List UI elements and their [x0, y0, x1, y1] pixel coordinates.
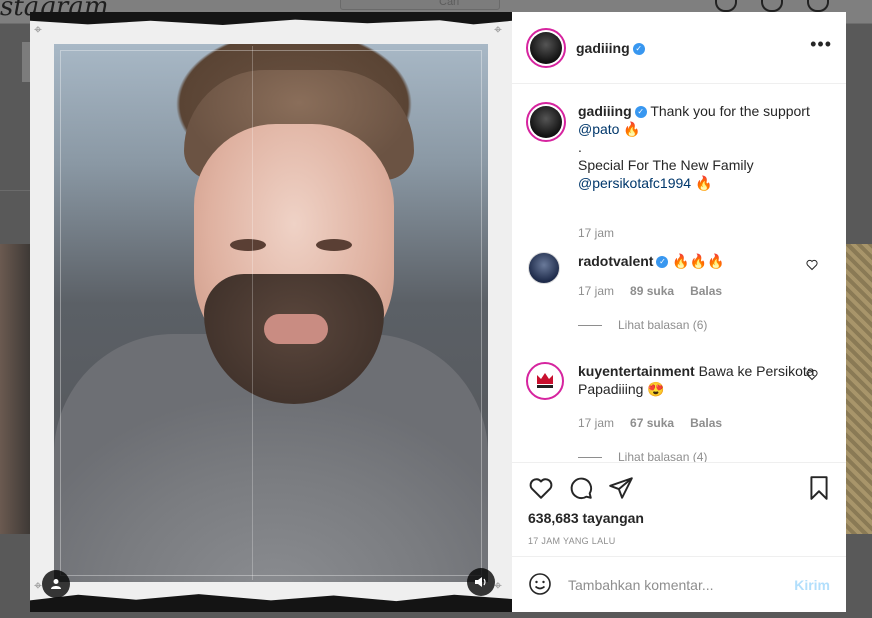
comment-likes[interactable]: 89 suka: [630, 282, 674, 300]
like-comment-button[interactable]: [806, 258, 818, 276]
smiley-icon: [529, 573, 551, 595]
crosshair-icon: ⌖: [34, 577, 42, 593]
commenter-avatar[interactable]: [528, 252, 560, 284]
share-button[interactable]: [608, 475, 634, 501]
paper-plane-icon: [609, 477, 633, 499]
reply-button[interactable]: Balas: [690, 282, 722, 300]
caption-timestamp[interactable]: 17 jam: [578, 224, 614, 242]
mention-link[interactable]: @persikotafc1994: [578, 175, 691, 191]
background-post-right: [846, 244, 872, 534]
mention-link[interactable]: @pato: [578, 121, 619, 137]
like-comment-button[interactable]: [806, 368, 818, 386]
comment-icon: [570, 477, 593, 500]
heart-icon: [806, 369, 818, 381]
bookmark-icon: [810, 476, 828, 500]
comment-item: radotvalent ✓ 🔥🔥🔥 17 jam 89 suka Balas Li…: [528, 252, 828, 342]
author-username[interactable]: gadiiing: [576, 40, 630, 56]
background-divider: [0, 190, 30, 191]
paper-frame: ⌖ ⌖ ⌖ ⌖: [30, 16, 512, 606]
post-media[interactable]: ⌖ ⌖ ⌖ ⌖: [30, 12, 512, 612]
post-actions: 638,683 tayangan 17 JAM YANG LALU: [512, 462, 846, 556]
verified-icon: ✓: [656, 256, 669, 269]
comment-item: kuyentertainment Bawa ke Persikota Papad…: [526, 362, 828, 462]
tagged-user-button[interactable]: [42, 570, 70, 598]
speaker-icon: [475, 577, 486, 587]
post-header: gadiiing ✓ •••: [512, 12, 846, 84]
crown-logo-icon: [537, 373, 553, 388]
like-button[interactable]: [528, 475, 554, 501]
caption-avatar[interactable]: [526, 102, 566, 142]
caption-username[interactable]: gadiiing: [578, 103, 632, 119]
author-avatar[interactable]: [526, 28, 566, 68]
nav-icons: [715, 0, 829, 12]
caption-text: Special For The New Family: [578, 157, 754, 173]
video-frame[interactable]: [54, 44, 488, 582]
caption: gadiiing ✓ Thank you for the support @pat…: [526, 102, 828, 240]
view-replies-button[interactable]: Lihat balasan (6): [578, 316, 707, 334]
post-timestamp[interactable]: 17 JAM YANG LALU: [528, 536, 616, 546]
commenter-avatar[interactable]: [526, 362, 564, 400]
crosshair-icon: ⌖: [34, 21, 42, 37]
commenter-username[interactable]: kuyentertainment: [578, 363, 695, 379]
background-avatar: [22, 42, 30, 82]
comment-timestamp[interactable]: 17 jam: [578, 282, 614, 300]
heart-icon: [806, 259, 818, 271]
commenter-username[interactable]: radotvalent: [578, 253, 653, 269]
comment-timestamp[interactable]: 17 jam: [578, 414, 614, 432]
direct-icon[interactable]: [761, 0, 783, 12]
add-comment-form: Kirim: [512, 556, 846, 612]
heart-icon: [529, 478, 553, 499]
view-count[interactable]: 638,683 tayangan: [528, 510, 644, 526]
more-options-button[interactable]: •••: [810, 34, 832, 55]
caption-text: Thank you for the support: [650, 103, 810, 119]
crosshair-icon: ⌖: [494, 577, 502, 593]
comments-list[interactable]: gadiiing ✓ Thank you for the support @pat…: [512, 84, 846, 462]
save-button[interactable]: [806, 475, 832, 501]
mute-button[interactable]: [467, 568, 495, 596]
post-panel: gadiiing ✓ ••• gadiiing ✓ Thank you for th…: [512, 12, 846, 612]
crosshair-icon: ⌖: [494, 21, 502, 37]
more-horizontal-icon: •••: [810, 34, 832, 54]
search-input[interactable]: Cari: [340, 0, 500, 10]
home-icon[interactable]: [715, 0, 737, 12]
comment-input[interactable]: [568, 575, 788, 595]
verified-icon: ✓: [634, 106, 647, 119]
verified-icon: ✓: [632, 42, 645, 55]
post-modal: ⌖ ⌖ ⌖ ⌖ gadiiing ✓ ••• gadiiing ✓ Thank …: [30, 12, 846, 612]
emoji-button[interactable]: [528, 572, 552, 596]
explore-icon[interactable]: [807, 0, 829, 12]
reply-button[interactable]: Balas: [690, 414, 722, 432]
post-comment-button[interactable]: Kirim: [794, 577, 830, 593]
comment-text: 🔥🔥🔥: [672, 253, 725, 269]
fire-emoji: 🔥: [623, 121, 641, 137]
comment-button[interactable]: [568, 475, 594, 501]
comment-likes[interactable]: 67 suka: [630, 414, 674, 432]
background-post-left: [0, 244, 30, 534]
view-replies-button[interactable]: Lihat balasan (4): [578, 448, 707, 462]
user-icon: [51, 579, 61, 589]
fire-emoji: 🔥: [694, 175, 713, 191]
